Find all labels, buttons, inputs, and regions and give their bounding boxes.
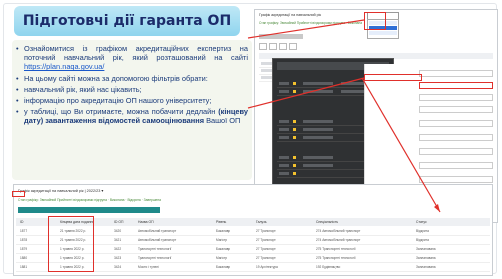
highlight-year-select — [364, 12, 386, 30]
plan-site-link[interactable]: https://plan.naqa.gov.ua/ — [24, 62, 104, 71]
filter-select[interactable] — [419, 176, 493, 183]
screenshot-header: Графік акредитації на навчальний рік — [259, 13, 322, 17]
pagination[interactable] — [259, 43, 297, 50]
filter-select[interactable] — [419, 70, 493, 77]
filter-select[interactable] — [419, 134, 493, 141]
screenshot-header: Графік акредитації на навчальний рік | 2… — [18, 189, 104, 193]
filter-select[interactable] — [419, 162, 493, 169]
instructions-list: Ознайомитися із графіком акредитаційних … — [16, 44, 248, 128]
filter-bar — [259, 34, 303, 39]
filter-select[interactable] — [419, 106, 493, 113]
filter-select[interactable] — [419, 94, 493, 101]
highlight-deadline-column — [48, 216, 94, 272]
slide-title-banner: Підготовчі дії гаранта ОП — [14, 6, 240, 36]
slide-title: Підготовчі дії гаранта ОП — [22, 13, 232, 29]
bullet-schedule: Ознайомитися із графіком акредитаційних … — [16, 44, 248, 72]
bullet-university: інформацію про акредитацію ОП нашого уні… — [16, 96, 248, 105]
bullet-filters: На цьому сайті можна за допомогою фільтр… — [16, 74, 248, 83]
view-all-button[interactable] — [18, 207, 160, 213]
filter-select[interactable] — [419, 120, 493, 127]
bullet-deadline: у таблиці, що Ви отримаєте, можна побачи… — [16, 107, 248, 125]
filter-select[interactable] — [419, 82, 493, 89]
bullet-year: навчальний рік, який нас цікавить; — [16, 85, 248, 94]
highlight-year-label — [12, 191, 25, 197]
schedule-legend: Стан графіку: Звичайний Прийнятті вілдом… — [259, 21, 362, 25]
schedule-legend: Стан графіку: Звичайний Прийнятті вілдом… — [18, 198, 161, 202]
filter-select[interactable] — [419, 148, 493, 155]
presentation-slide: Підготовчі дії гаранта ОП Ознайомитися і… — [0, 0, 502, 279]
highlight-university-filter — [364, 74, 422, 81]
